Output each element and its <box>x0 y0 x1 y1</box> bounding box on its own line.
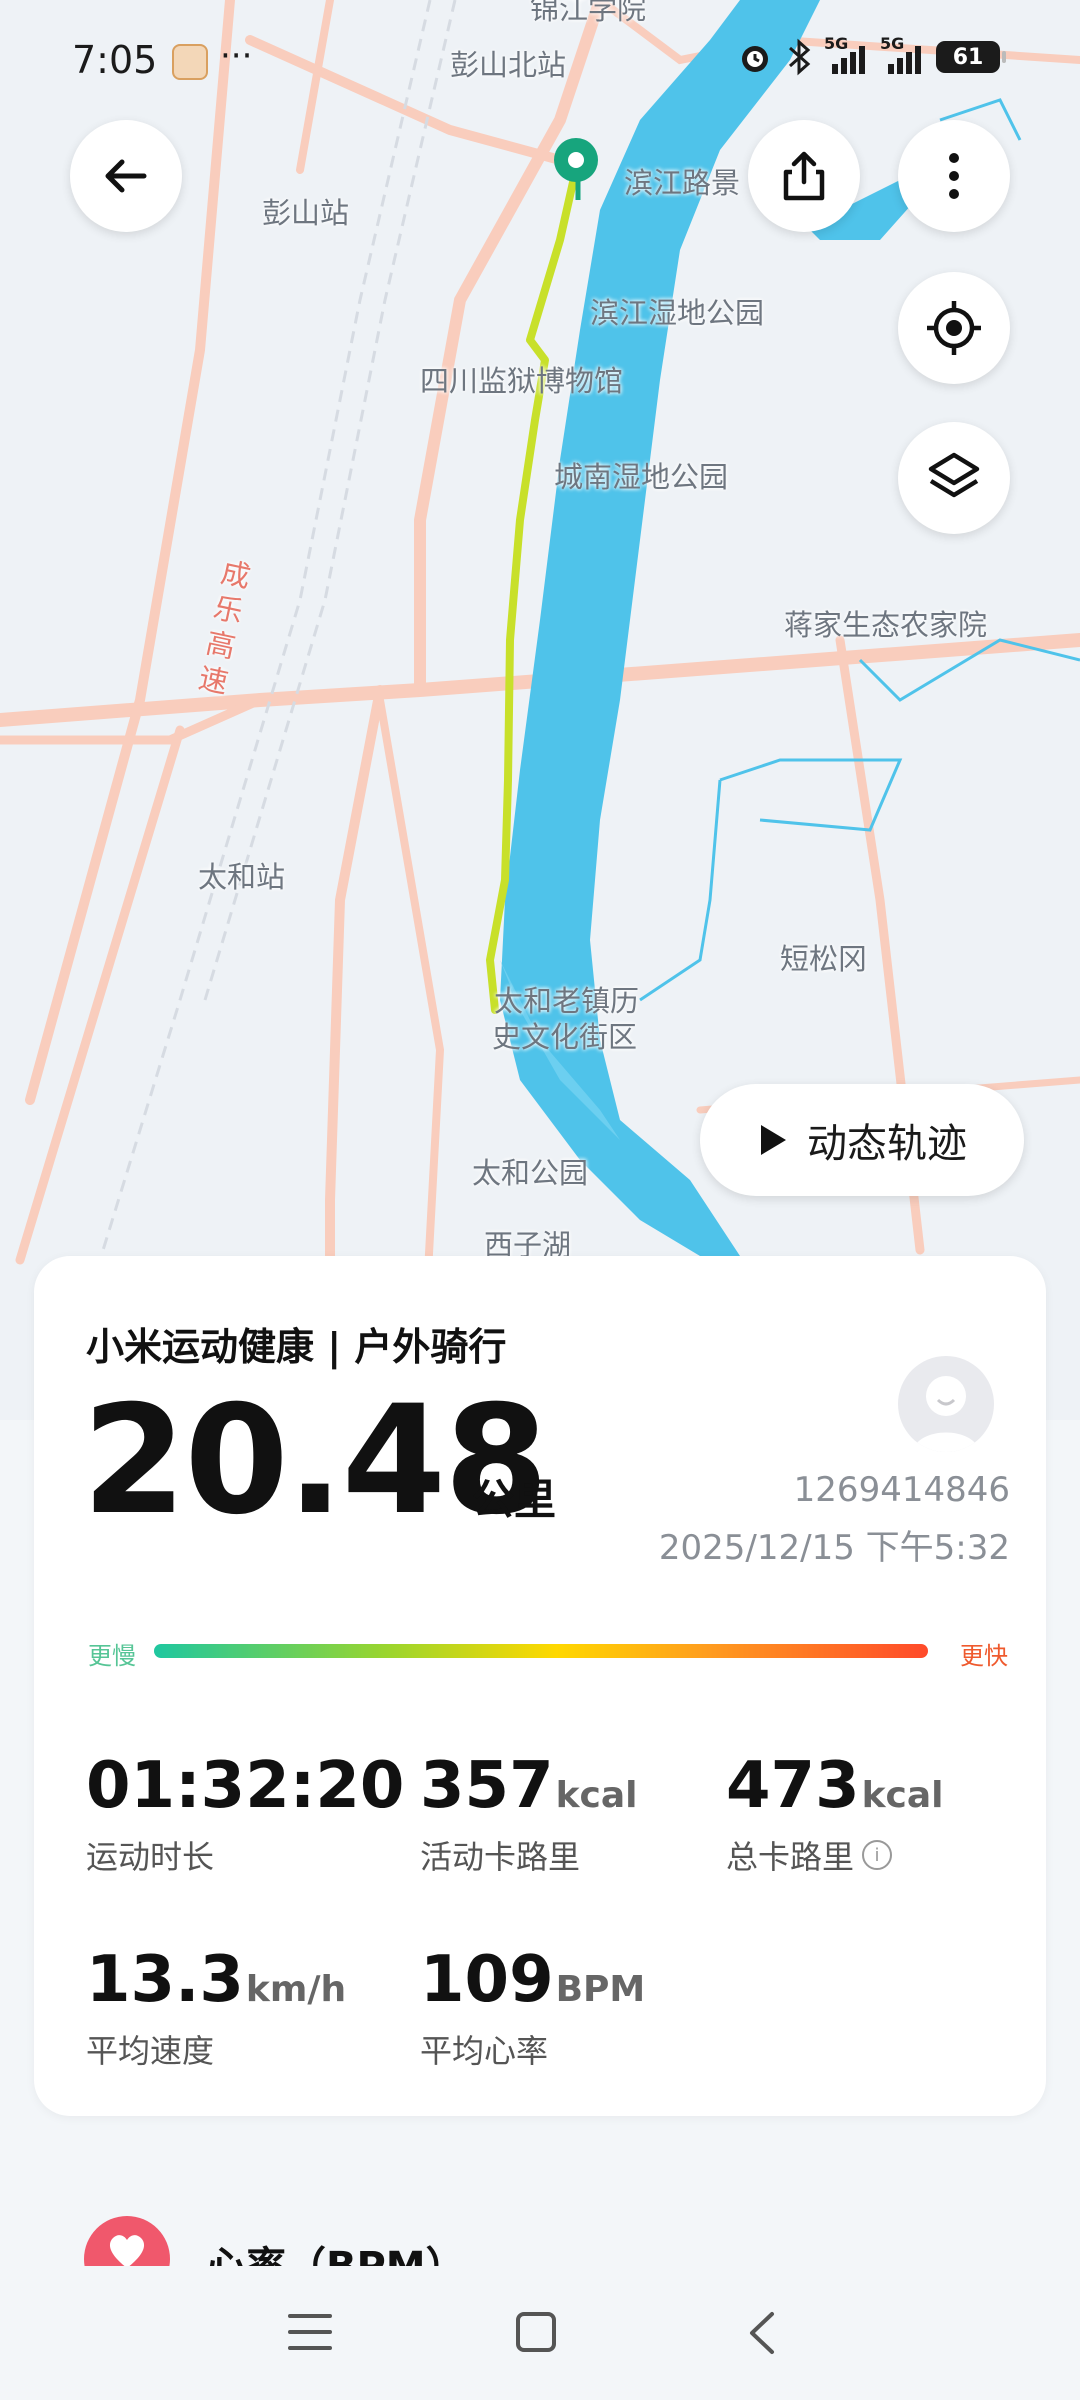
more-vertical-icon <box>949 153 959 199</box>
speed-gradient-bar <box>154 1644 928 1658</box>
stat-label: 总卡路里 <box>726 1838 855 1876</box>
layers-icon <box>928 452 980 498</box>
signal-icon: 5G <box>824 34 870 76</box>
workout-datetime: 2025/12/15 下午5:32 <box>658 1528 1010 1568</box>
heart-rate-section[interactable]: 心率（BPM） <box>0 2196 1080 2266</box>
card-title: 小米运动健康 | 户外骑行 <box>86 1325 507 1369</box>
app-notification-icon <box>172 44 208 80</box>
dynamic-track-button[interactable]: 动态轨迹 <box>700 1084 1024 1196</box>
bluetooth-icon <box>789 38 811 76</box>
stat-unit: kcal <box>555 1775 638 1816</box>
arrow-left-icon <box>105 159 147 193</box>
system-navigation-bar <box>0 2266 1080 2400</box>
more-options-button[interactable] <box>898 120 1010 232</box>
stat-unit: km/h <box>245 1969 347 2010</box>
more-notifications-icon: ··· <box>220 36 253 76</box>
heart-rate-title: 心率（BPM） <box>206 2234 466 2266</box>
back-button[interactable] <box>70 120 182 232</box>
map-label: 蒋家生态农家院 <box>784 608 988 642</box>
dynamic-track-label: 动态轨迹 <box>807 1121 967 1167</box>
share-icon <box>783 151 825 201</box>
stat-unit: kcal <box>861 1775 944 1816</box>
map-label: 史文化街区 <box>492 1020 638 1054</box>
stat-active-calories: 357kcal 活动卡路里 <box>420 1754 638 1878</box>
legend-slow: 更慢 <box>88 1642 136 1670</box>
status-bar: 7:05 ··· 5G 5G 61 <box>0 0 1080 120</box>
stat-value: 01:32:20 <box>86 1749 405 1823</box>
heart-icon-badge <box>84 2216 170 2266</box>
heart-icon <box>110 2235 144 2266</box>
user-id: 1269414846 <box>793 1470 1010 1510</box>
signal-icon: 5G <box>880 34 926 76</box>
battery-icon: 61 <box>936 41 1006 73</box>
stat-label: 平均心率 <box>420 2032 549 2070</box>
status-time: 7:05 <box>72 38 158 82</box>
stat-label: 活动卡路里 <box>420 1838 581 1876</box>
menu-icon[interactable] <box>288 2312 332 2352</box>
map-label: 太和公园 <box>472 1156 589 1190</box>
share-button[interactable] <box>748 120 860 232</box>
stat-avg-heart-rate: 109BPM 平均心率 <box>420 1948 645 2072</box>
map-label: 城南湿地公园 <box>554 460 729 494</box>
legend-fast: 更快 <box>960 1642 1008 1670</box>
stat-unit: BPM <box>555 1969 646 2010</box>
user-avatar-icon <box>912 1376 980 1452</box>
map-label: 四川监狱博物馆 <box>420 364 624 398</box>
stat-value: 473 <box>726 1749 860 1823</box>
map-label: 滨江湿地公园 <box>590 296 765 330</box>
stat-avg-speed: 13.3km/h 平均速度 <box>86 1948 346 2072</box>
workout-summary-card: 小米运动健康 | 户外骑行 20.48 公里 1269414846 2025/1… <box>34 1256 1046 2116</box>
stat-total-calories: 473kcal 总卡路里 i <box>726 1754 944 1878</box>
stat-value: 13.3 <box>86 1943 244 2017</box>
home-icon[interactable] <box>514 2310 558 2354</box>
stat-value: 109 <box>420 1943 554 2017</box>
play-icon <box>761 1125 786 1155</box>
map-label: 滨江路景 <box>624 166 741 200</box>
map-label: 彭山站 <box>262 196 350 230</box>
info-icon[interactable]: i <box>862 1840 893 1870</box>
avatar[interactable] <box>898 1356 994 1452</box>
map-layers-button[interactable] <box>898 422 1010 534</box>
stat-label: 运动时长 <box>86 1838 215 1876</box>
map-label: 太和站 <box>198 860 286 894</box>
stat-duration: 01:32:20 运动时长 <box>86 1754 404 1878</box>
back-nav-icon[interactable] <box>744 2310 780 2356</box>
map-label: 短松冈 <box>780 942 868 976</box>
stat-label: 平均速度 <box>86 2032 215 2070</box>
alarm-icon <box>742 46 768 72</box>
stat-value: 357 <box>420 1749 554 1823</box>
locate-button[interactable] <box>898 272 1010 384</box>
distance-unit: 公里 <box>472 1475 557 1524</box>
crosshair-icon <box>927 301 981 355</box>
